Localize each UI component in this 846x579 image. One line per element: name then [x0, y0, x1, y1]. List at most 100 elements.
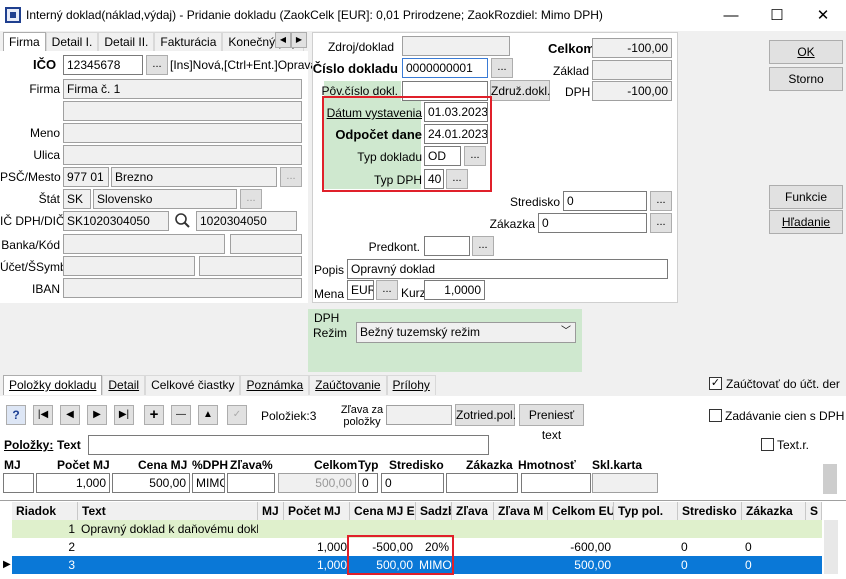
item-text-field[interactable]	[88, 435, 489, 455]
grid-scrollbar[interactable]	[824, 520, 838, 574]
stredisko-item-field[interactable]: 0	[381, 473, 444, 493]
ulica-field[interactable]	[63, 145, 302, 165]
sklkarta-field[interactable]	[592, 473, 658, 493]
meno-field[interactable]	[63, 123, 302, 143]
preniest-text-button[interactable]: Preniesť text	[519, 404, 584, 442]
ico-field[interactable]: 12345678	[63, 55, 143, 75]
col-zakazka[interactable]: Zákazka	[742, 502, 806, 520]
zdruz-dokl-button[interactable]: Združ.dokl.	[490, 80, 550, 101]
zlava-field[interactable]	[386, 405, 452, 425]
firma-field[interactable]: Firma č. 1	[63, 79, 302, 99]
col-zlava-m[interactable]: Zľava M	[494, 502, 548, 520]
stat-code-field[interactable]: SK	[63, 189, 91, 209]
tab-scroll-right-icon[interactable]: ▶	[291, 32, 307, 48]
add-icon[interactable]: +	[144, 405, 164, 425]
predkont-field[interactable]	[424, 236, 470, 256]
cislo-lookup-button[interactable]: ...	[491, 58, 513, 78]
zdroj-field[interactable]	[402, 36, 510, 56]
minimize-button[interactable]: —	[708, 0, 754, 31]
col-cena[interactable]: Cena MJ E	[350, 502, 416, 520]
col-typ-pol[interactable]: Typ pol.	[614, 502, 678, 520]
tab-firma[interactable]: Firma	[3, 32, 46, 52]
zakazka-lookup-button[interactable]: ...	[650, 213, 672, 233]
rezim-select[interactable]: Bežný tuzemský režim ﹀	[356, 322, 576, 343]
pocet-field[interactable]: 1,000	[36, 473, 110, 493]
kod-field[interactable]	[230, 234, 302, 254]
stredisko-lookup-button[interactable]: ...	[650, 191, 672, 211]
tab-zauctovanie[interactable]: Zaúčtovanie	[309, 375, 387, 395]
ok-button[interactable]: OK	[769, 40, 843, 64]
stredisko-field[interactable]: 0	[563, 191, 647, 211]
cislo-dokladu-field[interactable]: 0000000001	[402, 58, 488, 78]
zauctovat-checkbox[interactable]: ✓	[709, 377, 722, 390]
mesto-lookup-button[interactable]: ...	[280, 167, 302, 187]
col-zlava[interactable]: Zľava	[452, 502, 494, 520]
mesto-field[interactable]: Brezno	[111, 167, 277, 187]
mena-field[interactable]: EUR	[347, 280, 374, 300]
col-text[interactable]: Text	[78, 502, 258, 520]
zakazka-item-field[interactable]	[446, 473, 518, 493]
tab-polozky[interactable]: Položky dokladu	[3, 375, 103, 395]
psc-field[interactable]: 977 01	[63, 167, 109, 187]
hladanie-button[interactable]: Hľadanie	[769, 210, 843, 234]
kurz-field[interactable]: 1,0000	[424, 280, 485, 300]
first-record-icon[interactable]: |◀	[33, 405, 53, 425]
ico-lookup-button[interactable]: ...	[146, 55, 168, 75]
tab-scroll-left-icon[interactable]: ◀	[275, 32, 291, 48]
zadavanie-checkbox[interactable]	[709, 409, 722, 422]
zlava-pct-field[interactable]	[227, 473, 275, 493]
prev-record-icon[interactable]: ◀	[60, 405, 80, 425]
tab-detail[interactable]: Detail	[102, 375, 146, 395]
banka-field[interactable]	[63, 234, 225, 254]
editor-scrollbar[interactable]	[823, 464, 837, 494]
maximize-button[interactable]: ☐	[754, 0, 800, 31]
popis-field[interactable]: Opravný doklad	[347, 259, 668, 279]
stat-name-field[interactable]: Slovensko	[93, 189, 237, 209]
tab-detail-1[interactable]: Detail I.	[45, 32, 99, 52]
tab-prilohy[interactable]: Prílohy	[386, 375, 436, 395]
next-record-icon[interactable]: ▶	[87, 405, 107, 425]
zotried-button[interactable]: Zotried.pol.	[455, 404, 516, 426]
col-s[interactable]: S	[806, 502, 822, 520]
ucet-field[interactable]	[63, 256, 195, 276]
tab-detail-2[interactable]: Detail II.	[98, 32, 155, 52]
cena-field[interactable]: 500,00	[112, 473, 190, 493]
last-record-icon[interactable]: ▶|	[114, 405, 134, 425]
iban-field[interactable]	[63, 278, 302, 298]
hdr-mj: MJ	[4, 458, 21, 472]
firma-field-2[interactable]	[63, 101, 302, 121]
remove-icon[interactable]: —	[171, 405, 191, 425]
zakazka-field[interactable]: 0	[538, 213, 647, 233]
dic-field[interactable]: 1020304050	[196, 211, 297, 231]
storno-button[interactable]: Storno	[769, 67, 843, 91]
row-1-riadok: 1	[68, 522, 75, 536]
row-2-riadok: 2	[68, 540, 75, 554]
hdr-celkom: Celkom	[314, 458, 358, 472]
search-icon[interactable]	[172, 211, 194, 231]
col-riadok[interactable]: Riadok	[12, 502, 78, 520]
stat-lookup-button[interactable]: ...	[240, 189, 262, 209]
col-celkom[interactable]: Celkom EU	[548, 502, 614, 520]
dph-rate-field[interactable]: MIMO	[192, 473, 225, 493]
help-icon[interactable]: ?	[6, 405, 26, 425]
icdph-field[interactable]: SK1020304050	[63, 211, 169, 231]
col-stredisko[interactable]: Stredisko	[678, 502, 742, 520]
col-pocet[interactable]: Počet MJ	[284, 502, 350, 520]
col-mj[interactable]: MJ	[258, 502, 284, 520]
ssymb-field[interactable]	[199, 256, 302, 276]
predkont-lookup-button[interactable]: ...	[472, 236, 494, 256]
tab-poznamka[interactable]: Poznámka	[240, 375, 310, 395]
col-sadzba[interactable]: Sadzb	[416, 502, 452, 520]
mena-lookup-button[interactable]: ...	[376, 280, 398, 300]
typ-item-field[interactable]: 0	[358, 473, 378, 493]
psc-mesto-label: PSČ/Mesto	[0, 170, 61, 184]
mj-field[interactable]	[3, 473, 34, 493]
funkcie-button[interactable]: Funkcie	[769, 185, 843, 209]
confirm-icon[interactable]: ✓	[227, 405, 247, 425]
close-button[interactable]: ✕	[800, 0, 846, 31]
hmotnost-field[interactable]	[521, 473, 591, 493]
text-r-checkbox[interactable]	[761, 438, 774, 451]
tab-celkove-ciastky[interactable]: Celkové čiastky	[145, 375, 241, 395]
move-up-icon[interactable]: ▲	[198, 405, 218, 425]
tab-fakturacia[interactable]: Fakturácia	[154, 32, 223, 52]
